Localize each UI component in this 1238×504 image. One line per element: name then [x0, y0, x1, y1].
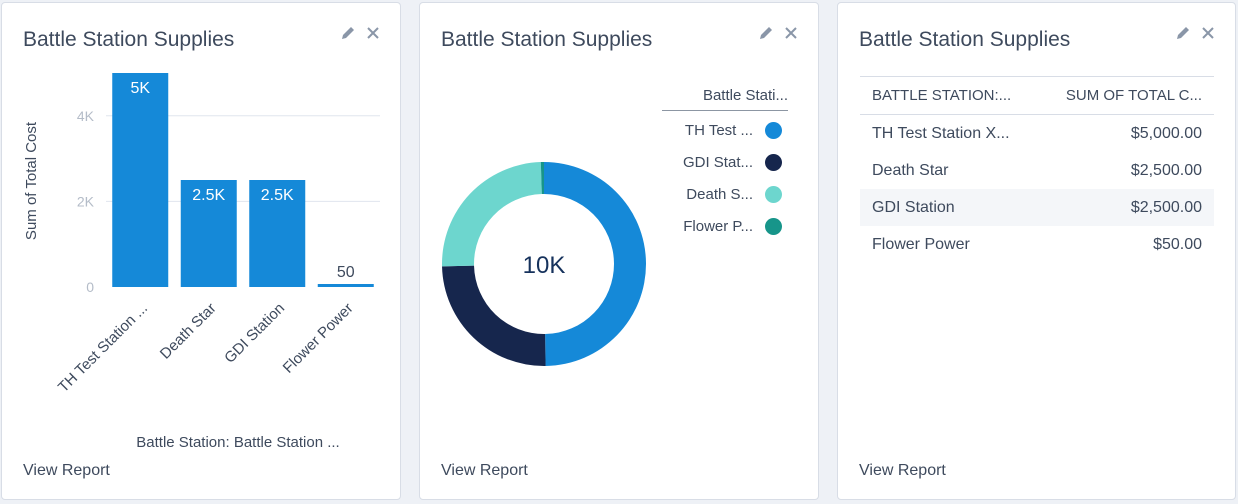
- donut-slice[interactable]: [442, 265, 546, 366]
- donut-chart-card: Battle Station Supplies 10K Battle Stati…: [419, 2, 819, 500]
- y-tick-label: 2K: [77, 193, 95, 209]
- legend-item[interactable]: GDI Stat...: [662, 154, 782, 171]
- y-tick-label: 4K: [77, 108, 95, 124]
- bar[interactable]: [317, 284, 374, 287]
- table-row: TH Test Station X... $5,000.00: [860, 115, 1214, 153]
- data-table: BATTLE STATION:... SUM OF TOTAL C... TH …: [860, 76, 1214, 263]
- table-cell: $2,500.00: [1130, 161, 1202, 179]
- table-row: GDI Station $2,500.00: [860, 189, 1214, 226]
- table-cell: Flower Power: [872, 235, 970, 253]
- bar-chart: Sum of Total Cost 0 2K 4K 5K TH Test Station …: [23, 73, 380, 451]
- view-report-link[interactable]: View Report: [441, 462, 528, 480]
- legend-title: Battle Stati...: [662, 87, 788, 111]
- donut-slice[interactable]: [442, 162, 542, 267]
- y-tick-label: 0: [86, 279, 94, 295]
- y-axis-title: Sum of Total Cost: [23, 121, 40, 240]
- table-card: Battle Station Supplies BATTLE STATION:.…: [837, 2, 1236, 500]
- legend-swatch: [765, 218, 782, 235]
- data-label: 5K: [130, 80, 150, 97]
- legend-swatch: [765, 122, 782, 139]
- table-header-row: BATTLE STATION:... SUM OF TOTAL C...: [860, 76, 1214, 115]
- legend-item[interactable]: Flower P...: [662, 218, 782, 235]
- legend-label: GDI Stat...: [682, 154, 753, 171]
- x-tick-label: TH Test Station ...: [55, 300, 151, 396]
- legend-swatch: [765, 154, 782, 171]
- column-header-station[interactable]: BATTLE STATION:...: [860, 76, 1039, 115]
- table-cell: $2,500.00: [1038, 189, 1214, 226]
- x-tick-label: Flower Power: [280, 300, 357, 377]
- bar[interactable]: [112, 73, 169, 287]
- view-report-link[interactable]: View Report: [859, 462, 946, 480]
- donut-chart: 10K: [442, 162, 647, 366]
- view-report-link[interactable]: View Report: [23, 462, 110, 480]
- legend-label: Flower P...: [683, 218, 753, 235]
- table-cell: $50.00: [1153, 235, 1202, 253]
- table-cell: TH Test Station X...: [872, 124, 1010, 142]
- bar-chart-card: Battle Station Supplies Sum of Total Cos…: [1, 2, 401, 500]
- x-axis-title: Battle Station: Battle Station ...: [136, 434, 339, 451]
- table-row: Death Star $2,500.00: [860, 152, 1214, 189]
- legend-label: TH Test ...: [684, 122, 753, 139]
- data-label: 2.5K: [192, 187, 225, 204]
- x-tick-label: Death Star: [157, 300, 220, 363]
- close-icon[interactable]: [1201, 26, 1215, 45]
- data-label: 2.5K: [261, 187, 294, 204]
- legend-item[interactable]: Death S...: [662, 186, 782, 203]
- donut-center-label: 10K: [523, 252, 566, 279]
- table-cell: GDI Station: [860, 189, 1039, 226]
- data-label: 50: [337, 264, 355, 281]
- legend-item[interactable]: TH Test ...: [662, 122, 782, 139]
- legend-swatch: [765, 186, 782, 203]
- column-header-total-cost[interactable]: SUM OF TOTAL C...: [1038, 76, 1214, 115]
- table-cell: Death Star: [872, 161, 949, 179]
- card-actions: [1175, 25, 1215, 46]
- card-title: Battle Station Supplies: [859, 28, 1071, 51]
- legend-label: Death S...: [686, 186, 753, 203]
- table-row: Flower Power $50.00: [860, 226, 1214, 263]
- x-tick-label: GDI Station: [221, 300, 288, 367]
- table-cell: $5,000.00: [1130, 124, 1202, 142]
- pencil-icon[interactable]: [1175, 25, 1191, 46]
